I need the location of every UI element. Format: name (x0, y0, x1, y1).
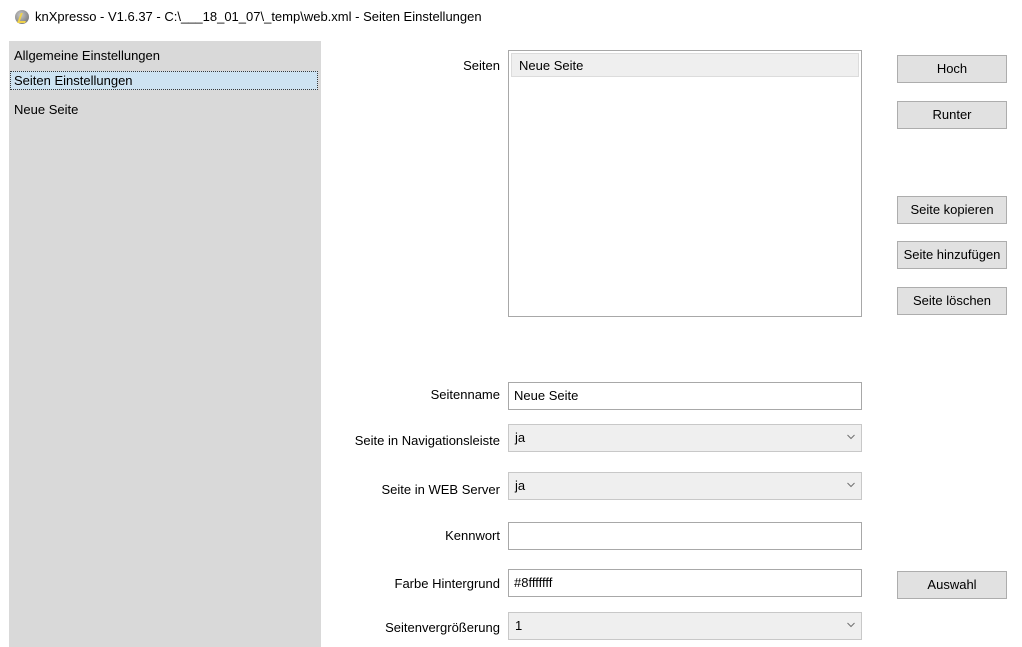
password-field[interactable] (508, 522, 862, 550)
page-name-label: Seitenname (430, 387, 500, 402)
sidebar: Allgemeine Einstellungen Seiten Einstell… (9, 41, 321, 647)
delete-page-button[interactable]: Seite löschen (897, 287, 1007, 315)
sidebar-item-general-settings[interactable]: Allgemeine Einstellungen (10, 46, 318, 65)
sidebar-item-page-settings[interactable]: Seiten Einstellungen (10, 71, 318, 90)
chevron-down-icon (847, 434, 855, 440)
window-title: knXpresso - V1.6.37 - C:\___18_01_07\_te… (35, 9, 482, 24)
copy-page-button[interactable]: Seite kopieren (897, 196, 1007, 224)
chevron-down-icon (847, 622, 855, 628)
move-up-button[interactable]: Hoch (897, 55, 1007, 83)
bg-color-label: Farbe Hintergrund (394, 576, 501, 591)
add-page-button[interactable]: Seite hinzufügen (897, 241, 1007, 269)
sidebar-item-new-page[interactable]: Neue Seite (10, 100, 318, 119)
nav-select[interactable]: ja (508, 424, 862, 452)
webserver-select-value: ja (515, 478, 526, 493)
zoom-select[interactable]: 1 (508, 612, 862, 640)
move-down-button[interactable]: Runter (897, 101, 1007, 129)
zoom-label: Seitenvergrößerung (385, 620, 500, 635)
chevron-down-icon (847, 482, 855, 488)
nav-select-value: ja (515, 430, 526, 445)
password-label: Kennwort (445, 528, 500, 543)
webserver-select[interactable]: ja (508, 472, 862, 500)
pages-listbox[interactable]: Neue Seite (508, 50, 862, 317)
webserver-label: Seite in WEB Server (381, 482, 501, 497)
list-item[interactable]: Neue Seite (511, 53, 859, 77)
zoom-select-value: 1 (515, 618, 523, 633)
bg-color-field[interactable]: #8fffffff (508, 569, 862, 597)
choose-color-button[interactable]: Auswahl (897, 571, 1007, 599)
page-name-field[interactable]: Neue Seite (508, 382, 862, 410)
pages-label: Seiten (463, 58, 500, 73)
nav-label: Seite in Navigationsleiste (354, 433, 500, 448)
title-bar: knXpresso - V1.6.37 - C:\___18_01_07\_te… (0, 0, 1022, 34)
knxpresso-app-icon (15, 10, 29, 24)
